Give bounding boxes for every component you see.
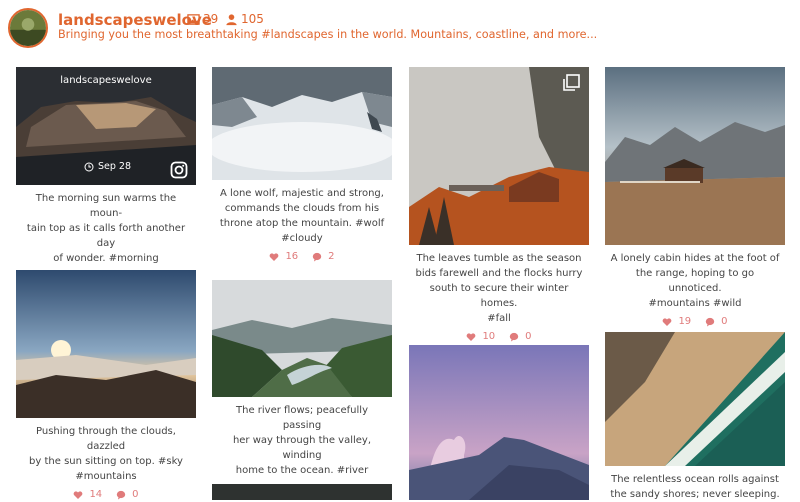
likes-count: 10	[482, 331, 496, 342]
heart-icon	[74, 490, 83, 499]
clock-icon	[84, 162, 94, 171]
post-card[interactable]: The relentless ocean rolls against the s…	[605, 332, 785, 502]
comments-count: 0	[525, 331, 532, 342]
autumn-forest-photo	[409, 67, 589, 245]
overlay-date: Sep 28	[84, 161, 131, 172]
post-photo[interactable]	[212, 484, 392, 500]
comments-count: 0	[132, 489, 139, 500]
sky-sunset-photo	[16, 270, 196, 418]
post-photo[interactable]	[605, 67, 785, 245]
likes[interactable]: 16	[269, 251, 298, 262]
user-icon	[226, 13, 237, 25]
comments[interactable]: 0	[509, 331, 532, 342]
heart-icon	[663, 317, 672, 326]
followers-count-stat: 105	[225, 12, 264, 26]
overlay-username: landscapeswelove	[60, 75, 152, 86]
volcano-photo	[409, 345, 589, 500]
heart-icon	[467, 332, 476, 341]
post-card[interactable]: The river flows; peacefully passing her …	[212, 280, 392, 494]
profile-tagline: Bringing you the most breathtaking #land…	[58, 28, 598, 41]
image-icon	[187, 13, 200, 25]
post-card[interactable]	[212, 484, 392, 500]
post-photo[interactable]	[212, 280, 392, 397]
post-card[interactable]: A lonely cabin hides at the foot of the …	[605, 67, 785, 327]
heart-icon	[270, 252, 279, 261]
likes[interactable]: 19	[662, 316, 691, 327]
post-card[interactable]: Pushing through the clouds, dazzled by t…	[16, 270, 196, 500]
post-card[interactable]	[409, 345, 589, 500]
comments[interactable]: 2	[312, 251, 335, 262]
post-caption: The leaves tumble as the season bids far…	[415, 253, 583, 324]
post-caption: A lone wolf, majestic and strong, comman…	[219, 188, 385, 244]
post-card[interactable]: The leaves tumble as the season bids far…	[409, 67, 589, 342]
comment-icon	[116, 490, 126, 499]
post-photo[interactable]	[212, 67, 392, 180]
post-photo[interactable]	[409, 345, 589, 500]
comment-icon	[509, 332, 519, 341]
comments[interactable]: 0	[705, 316, 728, 327]
comment-icon	[312, 252, 322, 261]
river-valley-photo	[212, 280, 392, 397]
post-caption: The morning sun warms the moun- tain top…	[26, 193, 186, 264]
post-caption: The relentless ocean rolls against the s…	[610, 474, 780, 500]
likes[interactable]: 10	[466, 331, 495, 342]
comments[interactable]: 0	[116, 489, 139, 500]
post-caption: Pushing through the clouds, dazzled by t…	[29, 426, 183, 482]
avatar-image	[10, 10, 46, 46]
likes[interactable]: 14	[73, 489, 102, 500]
multiple-images-icon	[563, 74, 580, 91]
post-meta: 10 0	[409, 331, 589, 342]
post-caption: The river flows; peacefully passing her …	[232, 405, 372, 476]
post-card[interactable]: landscapeswelove Sep 28 The morning sun …	[16, 67, 196, 282]
post-photo[interactable]	[605, 332, 785, 466]
posts-count-stat: 39	[187, 12, 218, 26]
likes-count: 16	[285, 251, 299, 262]
overlay-date-text: Sep 28	[98, 161, 132, 172]
post-photo[interactable]	[16, 270, 196, 418]
likes-count: 19	[678, 316, 692, 327]
post-photo[interactable]	[409, 67, 589, 245]
post-photo[interactable]: landscapeswelove Sep 28	[16, 67, 196, 185]
comments-count: 2	[328, 251, 335, 262]
profile-avatar[interactable]	[8, 8, 48, 48]
instagram-icon[interactable]	[170, 161, 188, 179]
mountain-cabin-photo	[605, 67, 785, 245]
likes-count: 14	[89, 489, 103, 500]
post-meta: 14 0	[16, 489, 196, 500]
post-caption: A lonely cabin hides at the foot of the …	[610, 253, 780, 309]
ocean-shore-photo	[605, 332, 785, 466]
followers-count: 105	[241, 12, 264, 26]
comment-icon	[705, 317, 715, 326]
post-card[interactable]: A lone wolf, majestic and strong, comman…	[212, 67, 392, 262]
post-meta: 19 0	[605, 316, 785, 327]
post-meta: 16 2	[212, 251, 392, 262]
dark-photo	[212, 484, 392, 500]
wolf-clouds-photo	[212, 67, 392, 180]
profile-header: landscapeswelove 39 105 Bringing you the…	[0, 0, 800, 56]
posts-count: 39	[203, 12, 219, 26]
comments-count: 0	[721, 316, 728, 327]
